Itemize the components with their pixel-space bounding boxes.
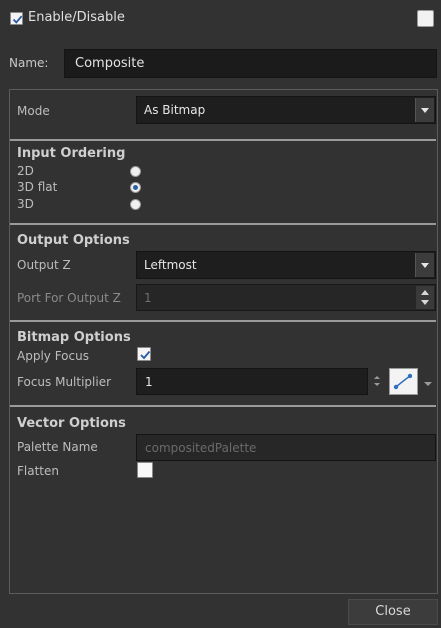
option-3d-label: 3D (17, 197, 34, 211)
enable-checkbox[interactable] (10, 12, 23, 25)
port-output-z-label: Port For Output Z (17, 291, 121, 305)
function-curve-button[interactable] (389, 368, 418, 395)
palette-name-placeholder: compositedPalette (145, 441, 257, 455)
close-button[interactable]: Close (348, 599, 438, 625)
output-z-label: Output Z (17, 258, 71, 272)
chevron-down-icon[interactable] (423, 377, 433, 386)
mode-label: Mode (17, 104, 50, 118)
spin-arrows-icon[interactable] (372, 372, 382, 390)
node-color-swatch[interactable] (417, 10, 434, 27)
chevron-down-icon[interactable] (415, 98, 434, 122)
apply-focus-label: Apply Focus (17, 349, 89, 363)
port-output-z-spinbox[interactable]: 1 (136, 284, 436, 311)
name-label: Name: (9, 56, 49, 70)
name-field[interactable]: Composite (64, 49, 437, 78)
divider (10, 320, 436, 322)
output-z-dropdown[interactable]: Leftmost (136, 251, 436, 279)
curve-icon (393, 373, 413, 390)
flatten-label: Flatten (17, 464, 59, 478)
mode-dropdown[interactable]: As Bitmap (136, 96, 436, 124)
focus-multiplier-label: Focus Multiplier (17, 375, 112, 389)
bitmap-options-title: Bitmap Options (17, 330, 131, 345)
radio-2d[interactable] (130, 166, 141, 177)
output-z-value: Leftmost (144, 258, 197, 272)
divider (10, 139, 436, 141)
divider (10, 405, 436, 407)
check-icon (12, 15, 23, 24)
check-icon (140, 350, 151, 360)
palette-name-label: Palette Name (17, 440, 98, 454)
flatten-checkbox[interactable] (137, 462, 153, 478)
vector-options-title: Vector Options (17, 416, 126, 431)
input-ordering-title: Input Ordering (17, 146, 126, 161)
divider (10, 223, 436, 225)
palette-name-field[interactable]: compositedPalette (136, 434, 436, 461)
mode-value: As Bitmap (144, 103, 206, 117)
enable-label: Enable/Disable (28, 10, 125, 25)
port-output-z-value: 1 (144, 291, 152, 305)
focus-multiplier-value: 1 (145, 375, 153, 389)
radio-3d[interactable] (130, 199, 141, 210)
output-options-title: Output Options (17, 233, 130, 248)
focus-multiplier-field[interactable]: 1 (136, 368, 368, 395)
option-2d-label: 2D (17, 164, 34, 178)
option-3d-flat-label: 3D flat (17, 180, 58, 194)
chevron-down-icon[interactable] (415, 253, 434, 277)
radio-3d-flat[interactable] (130, 182, 141, 193)
apply-focus-checkbox[interactable] (137, 347, 151, 361)
